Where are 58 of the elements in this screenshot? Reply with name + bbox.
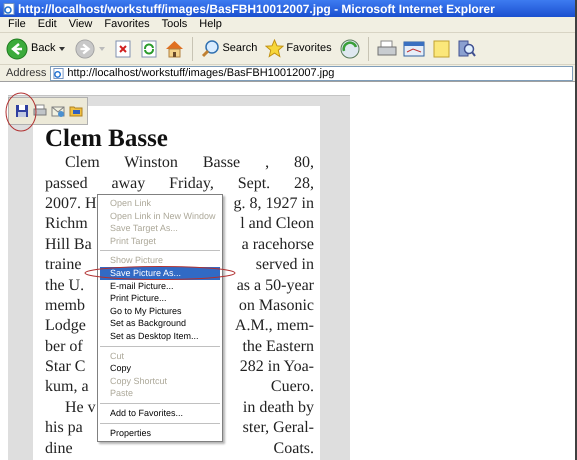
text-line: g. 8, 1927 in [234,196,314,212]
save-icon[interactable] [15,104,29,118]
menu-item[interactable]: File [8,16,26,33]
mail-icon[interactable] [51,104,65,118]
back-button[interactable]: Back [6,38,56,60]
page-icon [3,2,15,14]
home-icon[interactable] [165,40,184,58]
address-label: Address [6,66,46,81]
address-field[interactable]: http://localhost/workstuff/images/BasFBH10012007.jpg [50,66,573,80]
text-line: in death by [242,400,314,416]
page-icon [53,68,64,78]
text-line: on Masonic [238,298,314,314]
media-icon[interactable] [340,38,360,58]
text-line: Lodge [45,318,86,334]
text-line: the Eastern [242,338,314,355]
star-icon [265,39,284,58]
text-line: ster, Geral- [242,420,314,436]
menu-item[interactable]: Edit [38,16,57,33]
text-line: his pa [45,420,83,436]
text-line: dine Coats. [45,440,314,457]
printer-icon[interactable] [33,104,47,118]
caret-icon[interactable] [59,46,66,50]
menu-item[interactable]: View [68,16,92,33]
menu-item[interactable]: Help [199,16,222,33]
text-line: passed away Friday, Sept. 28, [45,176,314,192]
favorites-button[interactable]: Favorites [265,39,332,58]
research-icon[interactable] [458,39,476,58]
stop-icon[interactable] [115,40,132,58]
menu-item[interactable]: Favorites [104,16,150,33]
text-line: traine [45,257,82,274]
mail-icon[interactable] [402,40,425,58]
text-line: memb [45,298,85,314]
text-line: 282 in Yoa- [240,359,314,376]
window-title: http://localhost/workstuff/images/BasFBH10012007.jpg - Microsoft Internet Explorer [18,0,495,18]
text-line: 2007. H [45,196,97,212]
text-line: Richm [45,216,88,232]
text-line: a racehorse [242,236,314,253]
search-button[interactable]: Search [201,39,258,58]
menu-item[interactable]: Tools [162,16,188,33]
headline: Clem Basse [45,126,169,153]
text-line: served in [256,257,314,274]
text-line: Hill Ba [45,236,92,253]
text-line: as a 50-year [236,278,314,294]
text-line: Star C [45,359,86,376]
text-line: He v [65,400,96,416]
refresh-icon[interactable] [141,40,158,58]
text-line: kum, a [45,379,89,396]
annotation-ellipse [5,92,37,132]
text-line: ber of [45,338,83,355]
text-line: l and Cleon [240,216,314,232]
text-line: Clem Winston Basse , 80, [65,155,314,172]
folder-icon[interactable] [69,104,83,118]
text-line: A.M., mem- [234,318,314,334]
text-line: Cuero. [270,379,314,396]
search-icon [201,39,220,58]
menu-item[interactable]: E-mail Picture... [100,280,220,292]
printer-icon[interactable] [376,40,397,58]
text-line: the U. [45,278,84,294]
